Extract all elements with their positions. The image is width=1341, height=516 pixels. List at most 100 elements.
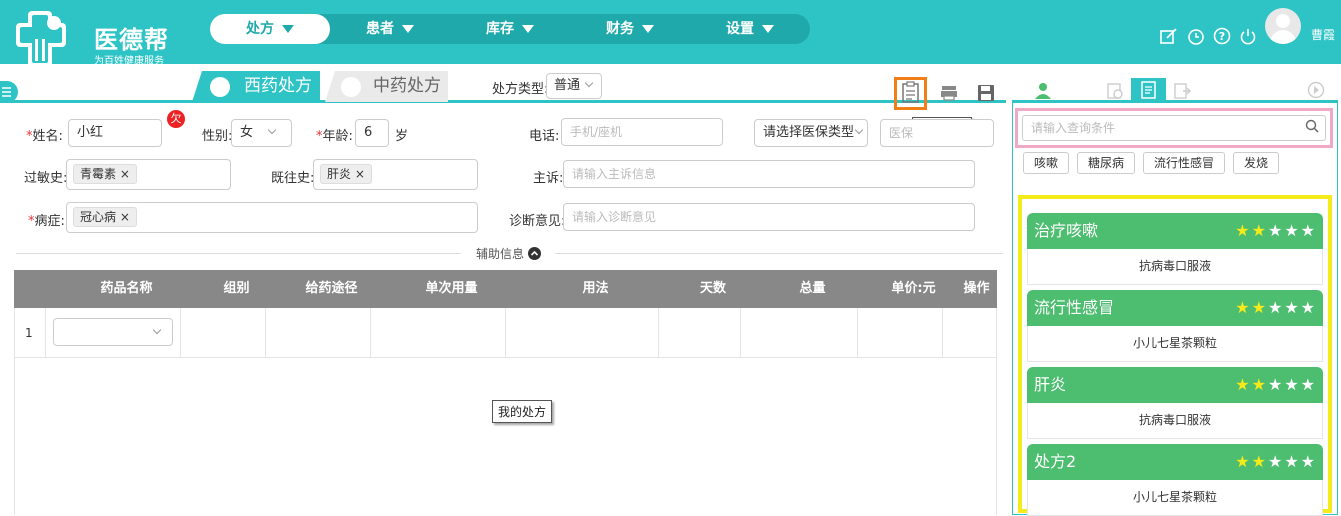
top-header: 医德帮 为百姓健康服务 All For People`s Health 处方 患… xyxy=(0,0,1341,74)
nav-inventory[interactable]: 库存 xyxy=(450,14,570,44)
drug-table-header: 药品名称 组别 给药途径 单次用量 用法 天数 总量 单价:元 操作 xyxy=(14,270,997,308)
tag-close-icon[interactable]: × xyxy=(120,167,130,181)
star-filled-icon[interactable]: ★ xyxy=(1252,298,1268,317)
age-label: *年龄: xyxy=(316,129,353,144)
star-empty-icon[interactable]: ★ xyxy=(1284,221,1300,240)
card-drug: 抗病毒口服液 xyxy=(1027,249,1323,285)
allergy-tag-input[interactable]: 青霉素 × xyxy=(66,159,231,190)
drug-name-select[interactable] xyxy=(53,318,173,346)
card-title: 流行性感冒 xyxy=(1034,298,1115,317)
history-tag: 肝炎 × xyxy=(320,164,372,184)
svg-text:?: ? xyxy=(1219,30,1225,43)
star-empty-icon[interactable]: ★ xyxy=(1268,298,1284,317)
star-filled-icon[interactable]: ★ xyxy=(1252,375,1268,394)
tab-underline xyxy=(0,100,1006,103)
allergy-label: 过敏史: xyxy=(24,171,68,186)
star-empty-icon[interactable]: ★ xyxy=(1284,298,1300,317)
nav-settings[interactable]: 设置 xyxy=(690,14,810,44)
doctor-icon[interactable] xyxy=(1034,81,1054,105)
star-empty-icon[interactable]: ★ xyxy=(1268,375,1284,394)
help-icon[interactable]: ? xyxy=(1213,27,1231,49)
radio-dot-icon xyxy=(210,77,230,97)
card-drug: 小儿七星茶颗粒 xyxy=(1027,480,1323,516)
edit-icon[interactable] xyxy=(1160,27,1178,49)
quick-tag-cough[interactable]: 咳嗽 xyxy=(1023,152,1070,174)
star-empty-icon[interactable]: ★ xyxy=(1301,452,1317,471)
divider-left xyxy=(16,253,461,254)
tag-close-icon[interactable]: × xyxy=(120,210,130,224)
prescription-cards: 治疗咳嗽 ★★★★★ 抗病毒口服液 流行性感冒 ★★★★★ 小儿七星茶颗粒 肝炎 ★★… xyxy=(1018,195,1332,516)
nav-prescription[interactable]: 处方 xyxy=(210,14,330,44)
star-filled-icon[interactable]: ★ xyxy=(1235,375,1251,394)
star-filled-icon[interactable]: ★ xyxy=(1252,221,1268,240)
insurance-type-select[interactable]: 请选择医保类型 xyxy=(754,119,868,147)
star-empty-icon[interactable]: ★ xyxy=(1284,375,1300,394)
card-title: 处方2 xyxy=(1034,452,1077,471)
power-icon[interactable] xyxy=(1239,27,1257,49)
quick-tag-flu[interactable]: 流行性感冒 xyxy=(1143,152,1226,174)
aux-info-toggle[interactable]: 辅助信息 xyxy=(476,245,541,262)
th-actions: 操作 xyxy=(963,281,990,296)
my-prescription-button[interactable] xyxy=(894,77,927,110)
rating-stars: ★★★★★ xyxy=(1235,444,1317,480)
logo-subtitle: 为百姓健康服务 xyxy=(94,56,164,67)
rating-stars: ★★★★★ xyxy=(1235,290,1317,326)
th-total: 总量 xyxy=(799,281,826,296)
rating-stars: ★★★★★ xyxy=(1235,213,1317,249)
diagnosis-input[interactable]: 请输入诊断意见 xyxy=(563,203,975,231)
th-drug-name: 药品名称 xyxy=(100,281,153,296)
tab-chinese-prescription[interactable]: 中药处方 xyxy=(325,71,448,102)
complaint-input[interactable]: 请输入主诉信息 xyxy=(563,160,975,188)
star-empty-icon[interactable]: ★ xyxy=(1301,221,1317,240)
star-empty-icon[interactable]: ★ xyxy=(1268,452,1284,471)
logo-icon xyxy=(14,9,70,67)
history-record-icon[interactable] xyxy=(1106,82,1124,104)
card-drug: 抗病毒口服液 xyxy=(1027,403,1323,439)
allergy-tag: 青霉素 × xyxy=(73,164,137,184)
disease-tag-input[interactable]: 冠心病 × xyxy=(66,202,478,233)
tooltip-my-prescription-2: 我的处方 xyxy=(492,400,553,423)
star-filled-icon[interactable]: ★ xyxy=(1235,298,1251,317)
name-label: *姓名: xyxy=(26,129,63,144)
star-filled-icon[interactable]: ★ xyxy=(1235,221,1251,240)
print-icon[interactable] xyxy=(940,84,958,106)
age-input[interactable]: 6 xyxy=(355,119,389,147)
disease-label: *病症: xyxy=(28,214,65,229)
card-drug: 小儿七星茶颗粒 xyxy=(1027,326,1323,362)
th-route: 给药途径 xyxy=(305,281,358,296)
star-empty-icon[interactable]: ★ xyxy=(1268,221,1284,240)
export-icon[interactable] xyxy=(1173,82,1191,104)
prescription-type-select[interactable]: 普通 xyxy=(546,73,602,99)
nav-finance[interactable]: 财务 xyxy=(570,14,690,44)
username[interactable]: 曹霞 xyxy=(1311,26,1335,43)
my-prescription-tab[interactable] xyxy=(1131,78,1166,102)
search-icon[interactable] xyxy=(1305,119,1319,137)
logo-title: 医德帮 xyxy=(94,26,169,54)
star-filled-icon[interactable]: ★ xyxy=(1235,452,1251,471)
owe-badge: 欠 xyxy=(167,110,185,128)
gender-select[interactable]: 女 xyxy=(231,119,292,147)
tab-western-prescription[interactable]: 西药处方 xyxy=(192,71,320,102)
save-icon[interactable] xyxy=(977,84,995,106)
avatar[interactable] xyxy=(1265,8,1301,44)
alarm-icon[interactable] xyxy=(1187,27,1205,49)
radio-dot-icon xyxy=(341,77,361,97)
quick-tag-diabetes[interactable]: 糖尿病 xyxy=(1077,152,1136,174)
nav-patients[interactable]: 患者 xyxy=(330,14,450,44)
play-icon[interactable] xyxy=(1307,81,1325,103)
name-input[interactable]: 小红 xyxy=(68,119,162,147)
star-empty-icon[interactable]: ★ xyxy=(1301,298,1317,317)
history-tag-input[interactable]: 肝炎 × xyxy=(313,159,478,190)
tag-close-icon[interactable]: × xyxy=(355,167,365,181)
card-title: 治疗咳嗽 xyxy=(1034,221,1099,240)
phone-input[interactable]: 手机/座机 xyxy=(561,118,723,146)
star-filled-icon[interactable]: ★ xyxy=(1252,452,1268,471)
star-empty-icon[interactable]: ★ xyxy=(1284,452,1300,471)
history-label: 既往史: xyxy=(271,171,315,186)
table-body xyxy=(14,358,997,515)
quick-tag-fever[interactable]: 发烧 xyxy=(1233,152,1280,174)
star-empty-icon[interactable]: ★ xyxy=(1301,375,1317,394)
search-input[interactable]: 请输入查询条件 xyxy=(1022,115,1326,141)
insurance-number-input[interactable]: 医保 xyxy=(880,119,994,147)
phone-label: 电话: xyxy=(529,129,560,144)
